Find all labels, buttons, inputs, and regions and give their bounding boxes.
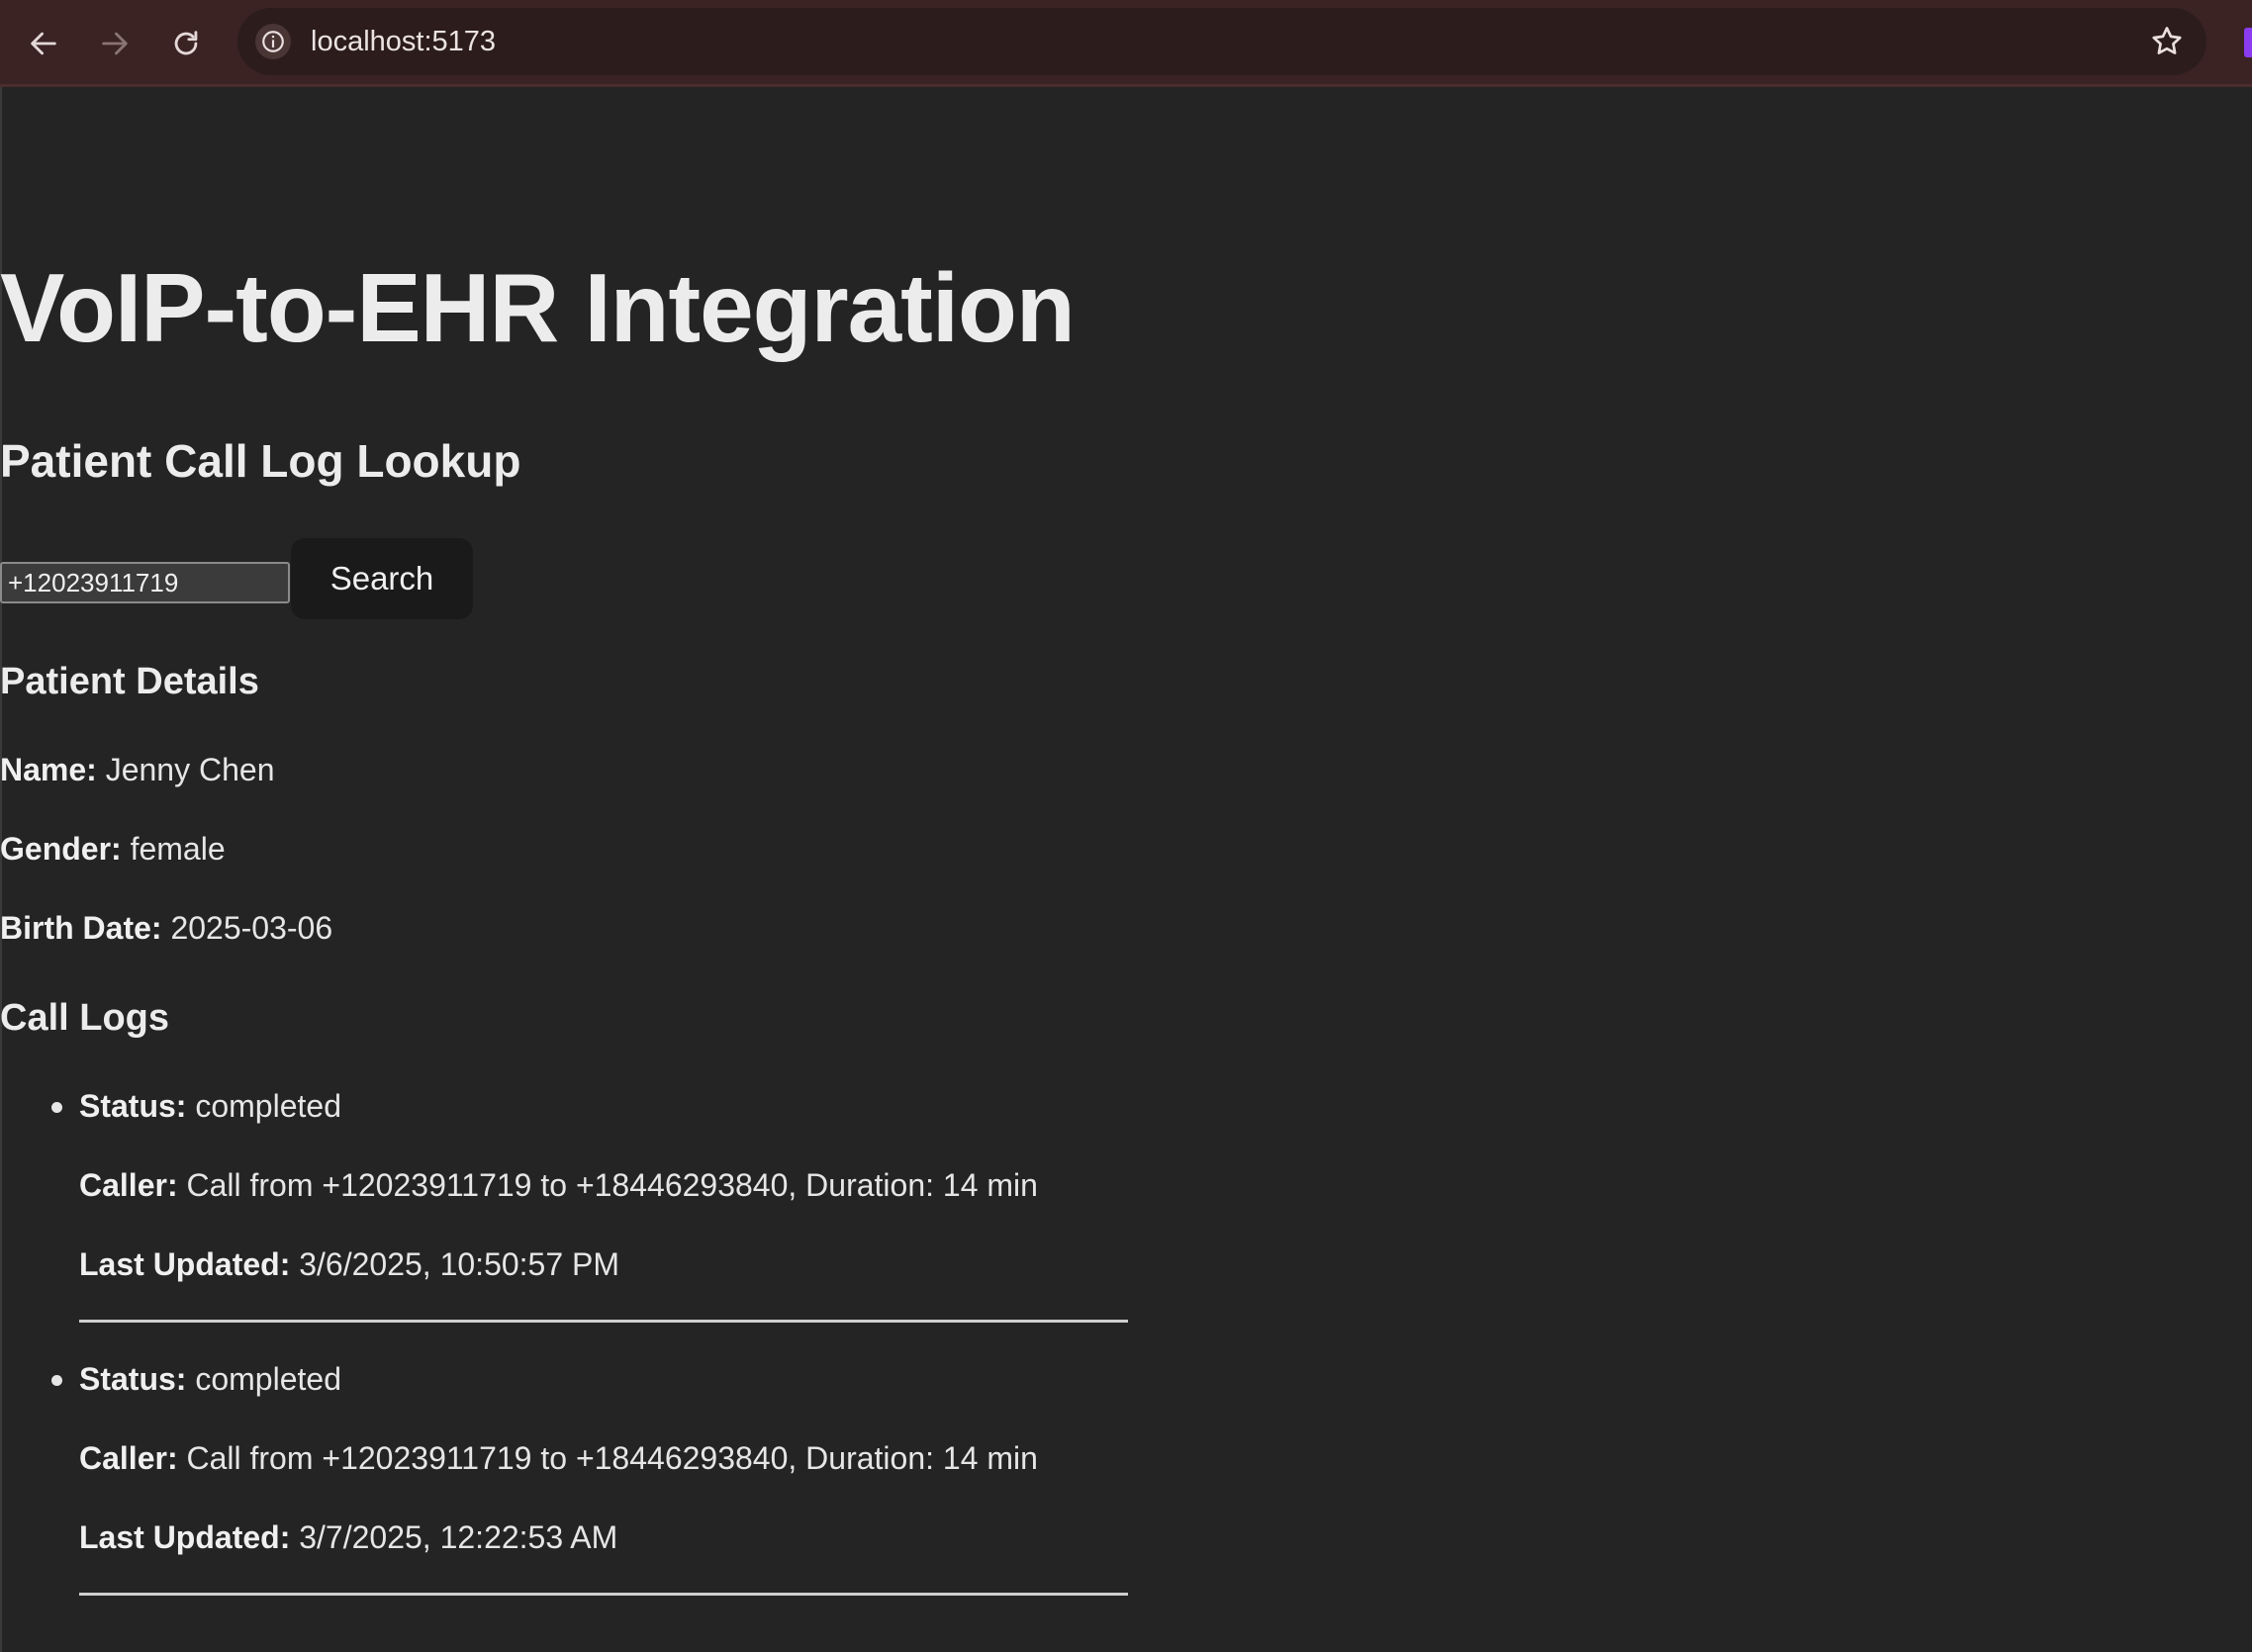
updated-label: Last Updated:	[79, 1519, 291, 1555]
forward-button[interactable]	[91, 20, 139, 67]
call-log-caller: Caller: Call from +12023911719 to +18446…	[79, 1438, 1038, 1478]
page-title: VoIP-to-EHR Integration	[0, 253, 1076, 362]
reload-icon	[174, 31, 198, 55]
patient-gender-value: female	[130, 831, 226, 867]
call-log-updated: Last Updated: 3/6/2025, 10:50:57 PM	[79, 1244, 619, 1284]
list-bullet	[51, 1375, 62, 1386]
site-info-icon[interactable]	[255, 24, 291, 59]
arrow-left-icon	[31, 32, 56, 55]
status-value: completed	[195, 1088, 341, 1124]
patient-gender-label: Gender:	[0, 831, 122, 867]
url-text: localhost:5173	[311, 26, 497, 57]
page-subtitle: Patient Call Log Lookup	[0, 435, 521, 487]
call-logs-heading: Call Logs	[0, 997, 170, 1039]
updated-value: 3/6/2025, 10:50:57 PM	[299, 1246, 620, 1282]
patient-birthdate-label: Birth Date:	[0, 910, 162, 946]
updated-value: 3/7/2025, 12:22:53 AM	[299, 1519, 618, 1555]
call-log-caller: Caller: Call from +12023911719 to +18446…	[79, 1165, 1038, 1205]
page-content: VoIP-to-EHR Integration Patient Call Log…	[0, 87, 2252, 1652]
phone-search-input[interactable]	[0, 562, 290, 603]
patient-birthdate-value: 2025-03-06	[170, 910, 333, 946]
patient-name-field: Name: Jenny Chen	[0, 750, 274, 789]
call-log-status: Status: completed	[79, 1086, 341, 1126]
caller-label: Caller:	[79, 1167, 178, 1203]
updated-label: Last Updated:	[79, 1246, 291, 1282]
call-log-divider	[79, 1320, 1128, 1323]
list-bullet	[51, 1102, 62, 1113]
caller-value: Call from +12023911719 to +18446293840, …	[186, 1440, 1038, 1476]
status-label: Status:	[79, 1361, 187, 1397]
status-label: Status:	[79, 1088, 187, 1124]
extension-icon[interactable]	[2244, 28, 2252, 57]
call-log-divider	[79, 1593, 1128, 1596]
patient-details-heading: Patient Details	[0, 661, 259, 702]
patient-gender-field: Gender: female	[0, 829, 226, 869]
browser-toolbar: localhost:5173	[0, 0, 2252, 87]
patient-name-label: Name:	[0, 752, 97, 787]
bookmark-star-icon[interactable]	[2149, 24, 2185, 59]
patient-birthdate-field: Birth Date: 2025-03-06	[0, 908, 332, 948]
search-button[interactable]: Search	[291, 538, 473, 619]
reload-button[interactable]	[162, 20, 210, 67]
arrow-right-icon	[102, 32, 128, 55]
status-value: completed	[195, 1361, 341, 1397]
call-log-status: Status: completed	[79, 1359, 341, 1399]
address-bar[interactable]: localhost:5173	[237, 8, 2206, 75]
caller-value: Call from +12023911719 to +18446293840, …	[186, 1167, 1038, 1203]
caller-label: Caller:	[79, 1440, 178, 1476]
patient-name-value: Jenny Chen	[105, 752, 275, 787]
call-log-updated: Last Updated: 3/7/2025, 12:22:53 AM	[79, 1517, 617, 1557]
back-button[interactable]	[20, 20, 67, 67]
